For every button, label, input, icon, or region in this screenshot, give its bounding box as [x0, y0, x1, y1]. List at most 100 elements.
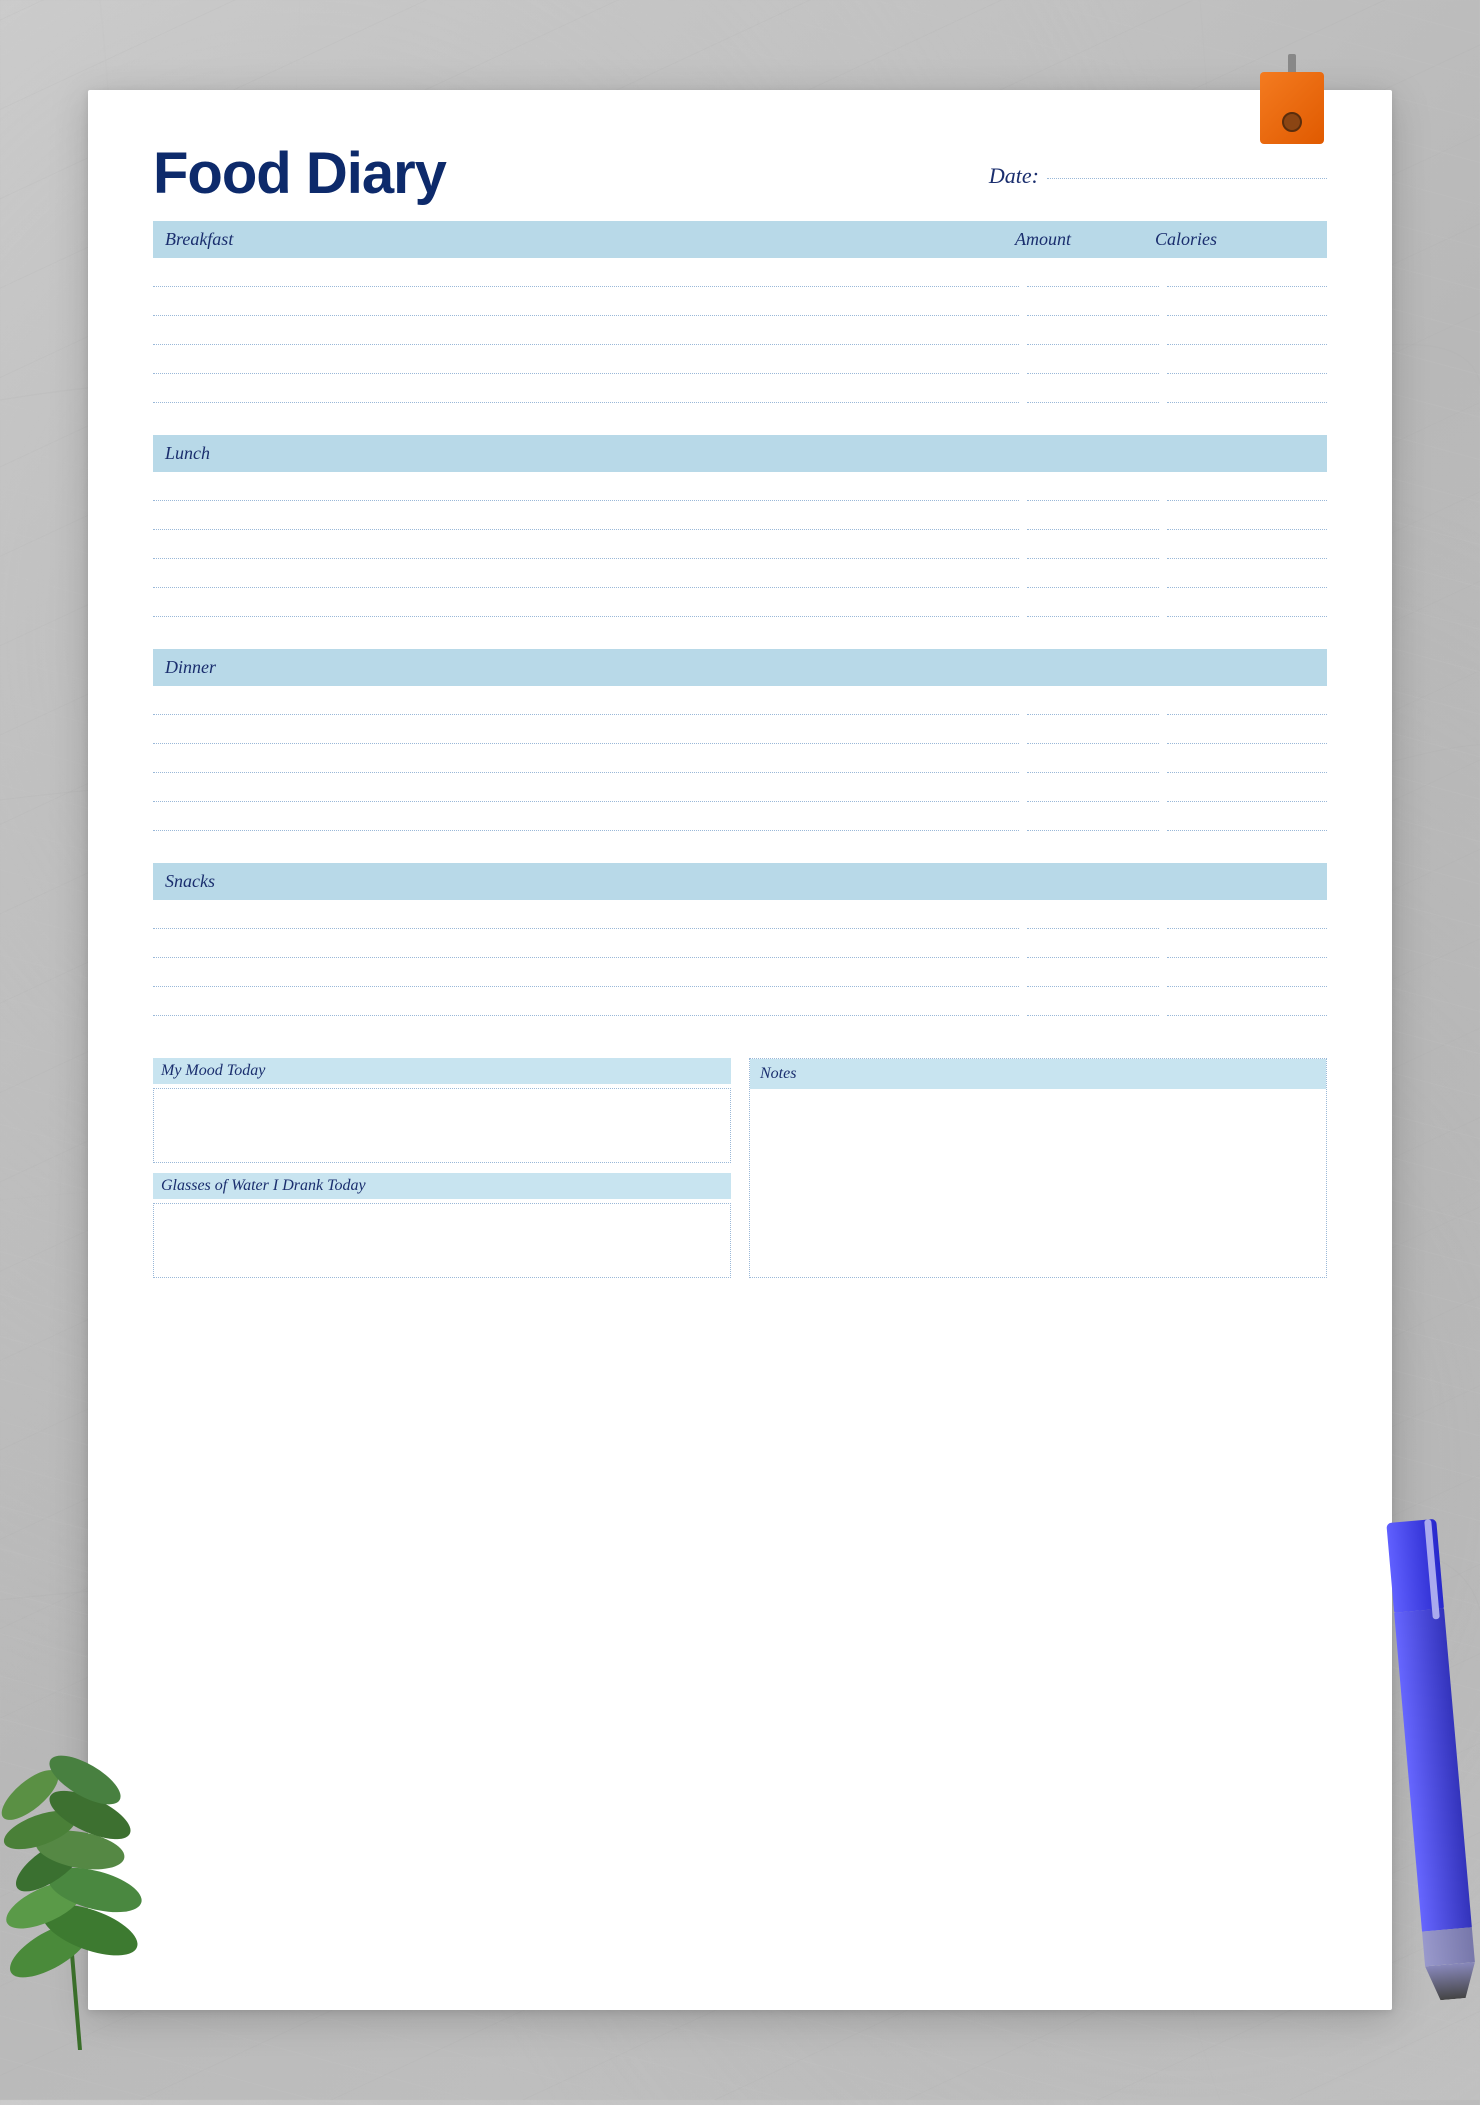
- table-row: [153, 316, 1327, 345]
- table-row: [153, 287, 1327, 316]
- calories-cell[interactable]: [1167, 294, 1327, 316]
- page-title: Food Diary: [153, 145, 446, 203]
- amount-cell[interactable]: [1027, 265, 1159, 287]
- calories-cell[interactable]: [1167, 323, 1327, 345]
- table-row: [153, 987, 1327, 1016]
- calories-cell[interactable]: [1167, 994, 1327, 1016]
- amount-cell[interactable]: [1027, 907, 1159, 929]
- breakfast-label: Breakfast: [165, 229, 1015, 250]
- page-header: Food Diary Date:: [153, 145, 1327, 203]
- table-row: [153, 900, 1327, 929]
- mood-input-area[interactable]: [153, 1088, 731, 1163]
- calories-cell[interactable]: [1167, 780, 1327, 802]
- food-cell[interactable]: [153, 693, 1019, 715]
- food-cell[interactable]: [153, 265, 1019, 287]
- water-label: Glasses of Water I Drank Today: [153, 1173, 731, 1199]
- calories-cell[interactable]: [1167, 936, 1327, 958]
- calories-cell[interactable]: [1167, 265, 1327, 287]
- plant-decoration: [0, 1730, 200, 2050]
- amount-cell[interactable]: [1027, 479, 1159, 501]
- amount-cell[interactable]: [1027, 936, 1159, 958]
- amount-cell[interactable]: [1027, 780, 1159, 802]
- food-cell[interactable]: [153, 965, 1019, 987]
- table-row: [153, 686, 1327, 715]
- amount-cell[interactable]: [1027, 809, 1159, 831]
- food-cell[interactable]: [153, 751, 1019, 773]
- food-cell[interactable]: [153, 352, 1019, 374]
- lunch-label: Lunch: [165, 443, 1015, 464]
- food-cell[interactable]: [153, 537, 1019, 559]
- lunch-header: Lunch: [153, 435, 1327, 472]
- water-section: Glasses of Water I Drank Today: [153, 1173, 731, 1278]
- amount-cell[interactable]: [1027, 566, 1159, 588]
- amount-cell[interactable]: [1027, 722, 1159, 744]
- table-row: [153, 715, 1327, 744]
- food-cell[interactable]: [153, 323, 1019, 345]
- breakfast-header: Breakfast Amount Calories: [153, 221, 1327, 258]
- dinner-section: Dinner: [153, 649, 1327, 849]
- table-row: [153, 559, 1327, 588]
- dinner-header: Dinner: [153, 649, 1327, 686]
- calories-cell[interactable]: [1167, 809, 1327, 831]
- notes-label: Notes: [750, 1059, 1326, 1089]
- amount-cell[interactable]: [1027, 965, 1159, 987]
- food-cell[interactable]: [153, 809, 1019, 831]
- table-row: [153, 501, 1327, 530]
- amount-cell[interactable]: [1027, 352, 1159, 374]
- table-row: [153, 588, 1327, 617]
- amount-cell[interactable]: [1027, 693, 1159, 715]
- food-cell[interactable]: [153, 479, 1019, 501]
- dinner-rows: [153, 686, 1327, 831]
- calories-cell[interactable]: [1167, 381, 1327, 403]
- food-cell[interactable]: [153, 722, 1019, 744]
- bottom-left-col: My Mood Today Glasses of Water I Drank T…: [153, 1058, 731, 1278]
- calories-cell[interactable]: [1167, 508, 1327, 530]
- calories-cell[interactable]: [1167, 907, 1327, 929]
- amount-cell[interactable]: [1027, 994, 1159, 1016]
- water-input-area[interactable]: [153, 1203, 731, 1278]
- amount-cell[interactable]: [1027, 595, 1159, 617]
- calories-cell[interactable]: [1167, 537, 1327, 559]
- mood-label: My Mood Today: [153, 1058, 731, 1084]
- table-row: [153, 530, 1327, 559]
- food-cell[interactable]: [153, 566, 1019, 588]
- sharpener-decoration: [1260, 72, 1324, 162]
- calories-cell[interactable]: [1167, 595, 1327, 617]
- paper-document: Food Diary Date: Breakfast Amount Calori…: [88, 90, 1392, 2010]
- calories-cell[interactable]: [1167, 479, 1327, 501]
- calories-cell[interactable]: [1167, 566, 1327, 588]
- calories-cell[interactable]: [1167, 751, 1327, 773]
- amount-cell[interactable]: [1027, 381, 1159, 403]
- calories-cell[interactable]: [1167, 722, 1327, 744]
- amount-cell[interactable]: [1027, 508, 1159, 530]
- food-cell[interactable]: [153, 907, 1019, 929]
- calories-cell[interactable]: [1167, 693, 1327, 715]
- amount-cell[interactable]: [1027, 294, 1159, 316]
- table-row: [153, 472, 1327, 501]
- notes-input-area[interactable]: [750, 1089, 1326, 1277]
- food-cell[interactable]: [153, 381, 1019, 403]
- date-line: [1047, 178, 1327, 179]
- calories-col-header: Calories: [1155, 229, 1315, 250]
- date-section: Date:: [989, 163, 1327, 189]
- food-cell[interactable]: [153, 508, 1019, 530]
- calories-cell[interactable]: [1167, 352, 1327, 374]
- amount-col-header: Amount: [1015, 229, 1155, 250]
- food-cell[interactable]: [153, 936, 1019, 958]
- amount-cell[interactable]: [1027, 537, 1159, 559]
- pen-decoration: [1386, 1519, 1479, 2021]
- snacks-label: Snacks: [165, 871, 1015, 892]
- food-cell[interactable]: [153, 994, 1019, 1016]
- table-row: [153, 345, 1327, 374]
- amount-cell[interactable]: [1027, 323, 1159, 345]
- breakfast-section: Breakfast Amount Calories: [153, 221, 1327, 421]
- food-cell[interactable]: [153, 294, 1019, 316]
- food-cell[interactable]: [153, 780, 1019, 802]
- calories-cell[interactable]: [1167, 965, 1327, 987]
- lunch-rows: [153, 472, 1327, 617]
- bottom-sections: My Mood Today Glasses of Water I Drank T…: [153, 1058, 1327, 1278]
- breakfast-rows: [153, 258, 1327, 403]
- table-row: [153, 929, 1327, 958]
- amount-cell[interactable]: [1027, 751, 1159, 773]
- food-cell[interactable]: [153, 595, 1019, 617]
